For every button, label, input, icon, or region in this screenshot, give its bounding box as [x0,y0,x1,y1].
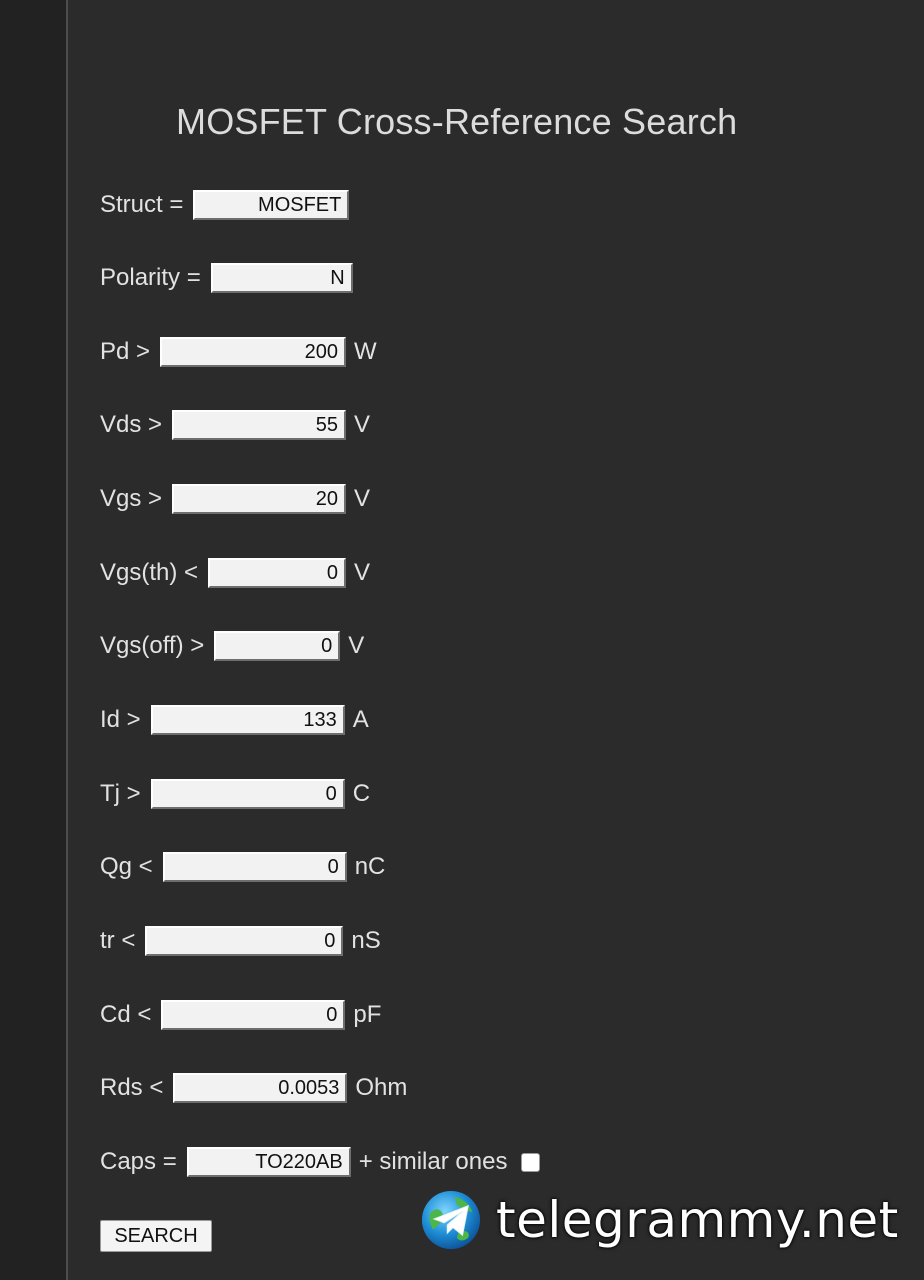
similar-ones-checkbox[interactable] [521,1152,541,1172]
row-vgs-th: Vgs(th) < V [100,557,370,589]
struct-field[interactable] [193,190,350,220]
vgs-unit: V [354,485,371,512]
search-button[interactable]: SEARCH [100,1220,212,1252]
polarity-label: Polarity = [100,264,201,291]
rds-label: Rds < [100,1074,164,1101]
row-caps: Caps = + similar ones [100,1146,541,1178]
row-tr: tr < nS [100,925,381,957]
row-struct: Struct = [100,189,350,221]
tj-label: Tj > [100,780,141,807]
page-title: MOSFET Cross-Reference Search [176,101,738,142]
row-id: Id > A [100,704,369,736]
cd-unit: pF [353,1001,382,1028]
struct-label: Struct = [100,191,184,218]
caps-field[interactable] [186,1147,351,1177]
watermark: telegrammy.net [420,1188,899,1252]
tr-field[interactable] [145,926,344,956]
vds-label: Vds > [100,411,163,438]
polarity-field[interactable] [210,263,353,293]
vgs-th-field[interactable] [208,558,347,588]
tj-unit: C [352,780,371,807]
cd-field[interactable] [161,1000,346,1030]
vds-unit: V [354,411,371,438]
row-vgs-off: Vgs(off) > V [100,630,364,662]
watermark-text: telegrammy.net [496,1191,899,1249]
vgs-th-unit: V [354,559,371,586]
row-qg: Qg < nC [100,851,385,883]
tj-field[interactable] [150,779,345,809]
qg-label: Qg < [100,853,153,880]
qg-unit: nC [354,853,386,880]
vgs-off-field[interactable] [214,631,341,661]
vgs-label: Vgs > [100,485,163,512]
pd-label: Pd > [100,338,151,365]
row-cd: Cd < pF [100,999,381,1031]
left-sidebar-strip [0,0,66,1280]
telegram-globe-icon [421,1190,481,1250]
vgs-off-label: Vgs(off) > [100,632,205,659]
row-pd: Pd > W [100,336,377,368]
row-tj: Tj > C [100,778,370,810]
tr-unit: nS [351,927,381,954]
row-vds: Vds > V [100,409,370,441]
vgs-field[interactable] [172,484,347,514]
id-field[interactable] [150,705,345,735]
pd-unit: W [354,338,377,365]
cd-label: Cd < [100,1001,152,1028]
tr-label: tr < [100,927,136,954]
row-rds: Rds < Ohm [100,1072,407,1104]
rds-field[interactable] [173,1073,348,1103]
similar-ones-label: + similar ones [358,1148,508,1175]
qg-field[interactable] [162,852,347,882]
row-vgs: Vgs > V [100,483,370,515]
caps-label: Caps = [100,1148,177,1175]
row-polarity: Polarity = [100,262,353,294]
vds-field[interactable] [172,410,347,440]
vgs-off-unit: V [348,632,365,659]
vgs-th-label: Vgs(th) < [100,559,199,586]
pd-field[interactable] [160,337,347,367]
id-unit: A [352,706,369,733]
id-label: Id > [100,706,141,733]
rds-unit: Ohm [355,1074,408,1101]
